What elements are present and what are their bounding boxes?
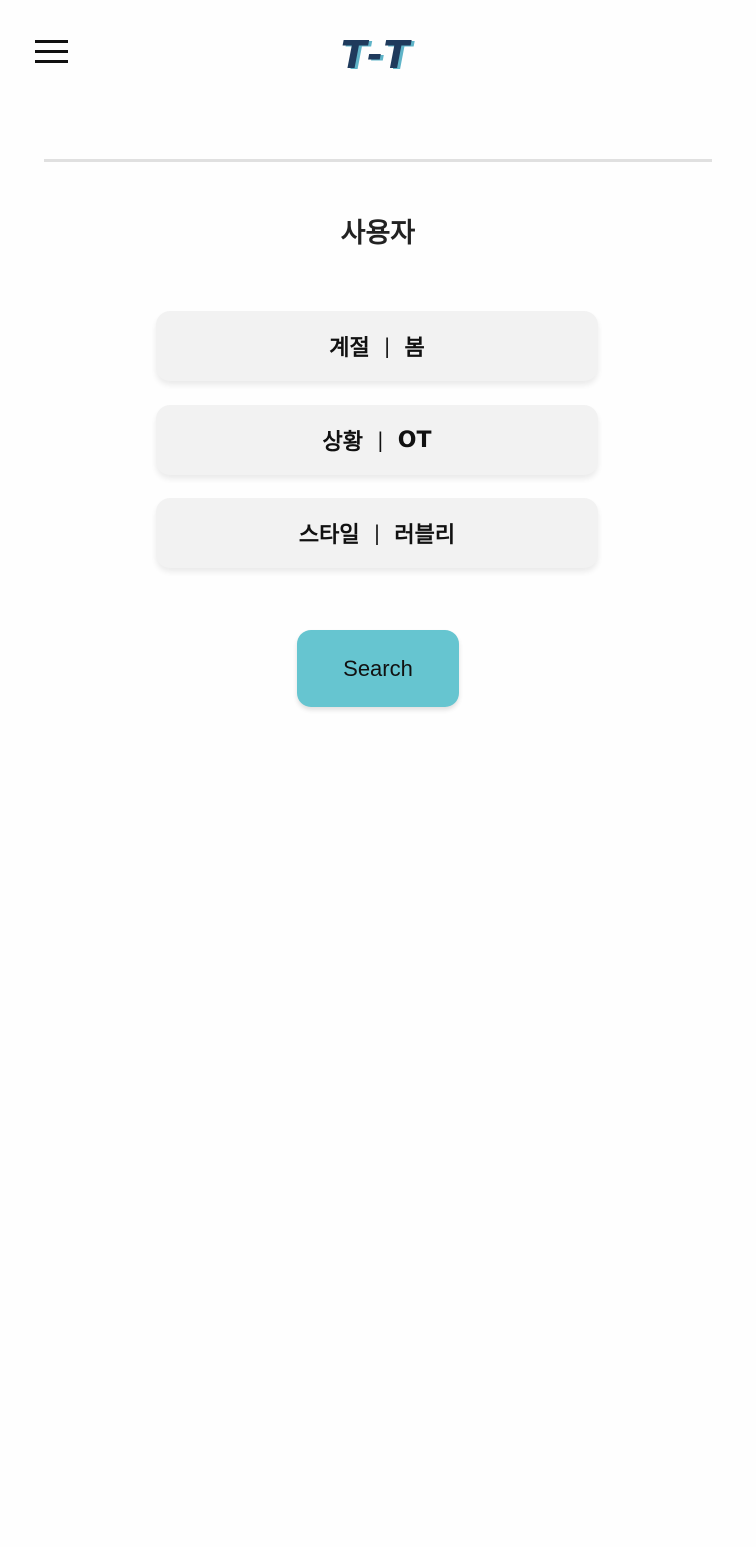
header-divider bbox=[44, 159, 712, 162]
filter-situation-button[interactable]: 상황 | OT bbox=[156, 405, 598, 475]
filter-label: 상황 bbox=[322, 430, 363, 455]
filter-label: 스타일 bbox=[298, 523, 360, 548]
filter-value: 봄 bbox=[404, 336, 425, 361]
filter-separator: | bbox=[377, 428, 384, 452]
app-logo[interactable]: T-T bbox=[0, 30, 756, 80]
filter-style-button[interactable]: 스타일 | 러블리 bbox=[156, 498, 598, 568]
filter-separator: | bbox=[373, 521, 381, 545]
filter-separator: | bbox=[383, 334, 391, 358]
filter-value: 러블리 bbox=[394, 523, 456, 548]
logo-text: T-T bbox=[340, 33, 416, 77]
filter-value: OT bbox=[397, 427, 432, 453]
page-title: 사용자 bbox=[340, 218, 416, 249]
filter-label: 계절 bbox=[329, 336, 370, 361]
search-button[interactable]: Search bbox=[297, 630, 459, 707]
filter-season-button[interactable]: 계절 | 봄 bbox=[156, 311, 598, 381]
